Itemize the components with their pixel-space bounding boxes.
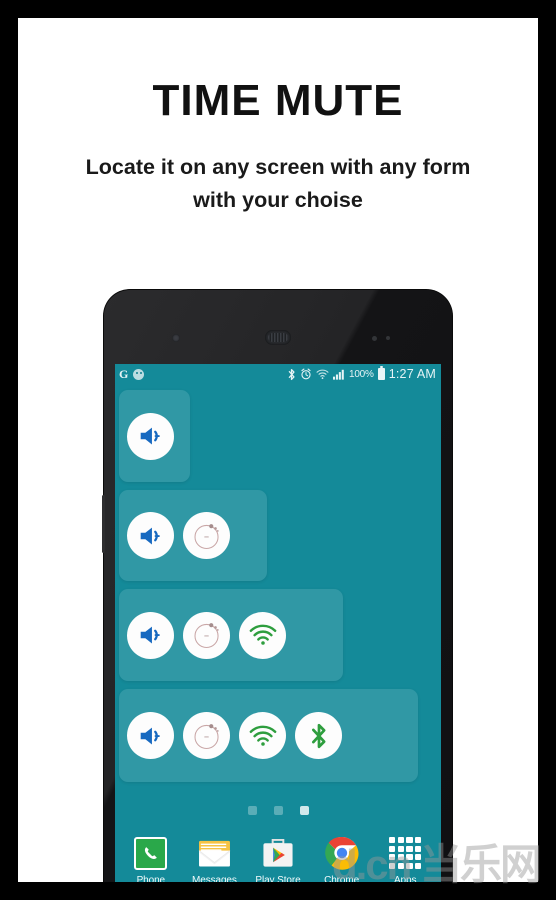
emoji-face-icon — [133, 368, 145, 380]
bluetooth-icon — [287, 368, 296, 381]
apps-grid-icon — [386, 834, 424, 872]
status-bar-left: G — [119, 367, 145, 381]
page-title: TIME MUTE — [152, 76, 404, 125]
bluetooth-icon[interactable] — [295, 712, 342, 759]
timer-dial-icon[interactable] — [183, 611, 230, 659]
status-bar-right: 100% 1:27 AM — [287, 366, 436, 381]
subtitle-line-2: with your choise — [193, 188, 363, 212]
play-store-icon — [259, 834, 297, 872]
alarm-icon — [300, 368, 312, 380]
promo-canvas: TIME MUTE Locate it on any screen with a… — [18, 18, 538, 882]
phone-screen: G 100% 1:27 AM Phone Messages Play Store… — [115, 364, 441, 882]
chrome-icon — [323, 834, 361, 872]
panel-two-tiles[interactable] — [119, 490, 267, 581]
timer-dial-icon[interactable] — [183, 512, 230, 559]
wifi-icon — [316, 369, 329, 380]
phone-icon — [132, 834, 170, 872]
battery-percent-label: 100% — [348, 368, 374, 380]
page-indicator — [115, 806, 441, 815]
dock-item-chrome[interactable]: Chrome — [313, 834, 371, 882]
status-bar: G 100% 1:27 AM — [115, 364, 441, 384]
speaker-icon[interactable] — [127, 712, 174, 759]
dock-label: Apps — [393, 875, 417, 882]
messages-icon — [195, 834, 233, 872]
wifi-icon[interactable] — [239, 611, 286, 659]
page-subtitle: Locate it on any screen with any form wi… — [48, 151, 508, 217]
speaker-icon[interactable] — [127, 412, 174, 460]
wifi-icon[interactable] — [239, 712, 286, 759]
page-dot[interactable] — [247, 806, 257, 815]
dock-label: Phone — [136, 875, 166, 882]
dock-label: Chrome — [324, 875, 360, 882]
panel-four-tiles[interactable] — [119, 689, 418, 782]
dock: Phone Messages Play Store Chrome Apps — [115, 834, 441, 882]
signal-icon — [332, 369, 345, 380]
volume-button[interactable] — [102, 495, 105, 553]
proximity-sensor-icon — [372, 336, 402, 341]
page-dot-active[interactable] — [299, 806, 309, 815]
subtitle-line-1: Locate it on any screen with any form — [85, 155, 471, 179]
panel-three-tiles[interactable] — [119, 589, 343, 681]
earpiece-mesh — [268, 333, 288, 342]
dock-label: Messages — [192, 875, 237, 882]
timer-dial-icon[interactable] — [183, 712, 230, 759]
panel-one-tile[interactable] — [119, 390, 190, 482]
battery-full-icon — [377, 366, 385, 380]
dock-item-phone[interactable]: Phone — [122, 834, 180, 882]
dock-item-messages[interactable]: Messages — [185, 834, 243, 882]
speaker-icon[interactable] — [127, 512, 174, 559]
dock-item-play-store[interactable]: Play Store — [249, 834, 307, 882]
phone-mockup: G 100% 1:27 AM Phone Messages Play Store… — [102, 290, 452, 882]
status-bar-clock: 1:27 AM — [388, 367, 436, 381]
page-dot[interactable] — [273, 806, 283, 815]
dock-label: Play Store — [255, 875, 301, 882]
screenshot-root: TIME MUTE Locate it on any screen with a… — [0, 0, 556, 900]
front-camera-icon — [172, 334, 180, 342]
dock-item-apps[interactable]: Apps — [376, 834, 434, 882]
earpiece-speaker-icon — [265, 330, 291, 345]
speaker-icon[interactable] — [127, 611, 174, 659]
g-letter-icon: G — [119, 367, 129, 381]
